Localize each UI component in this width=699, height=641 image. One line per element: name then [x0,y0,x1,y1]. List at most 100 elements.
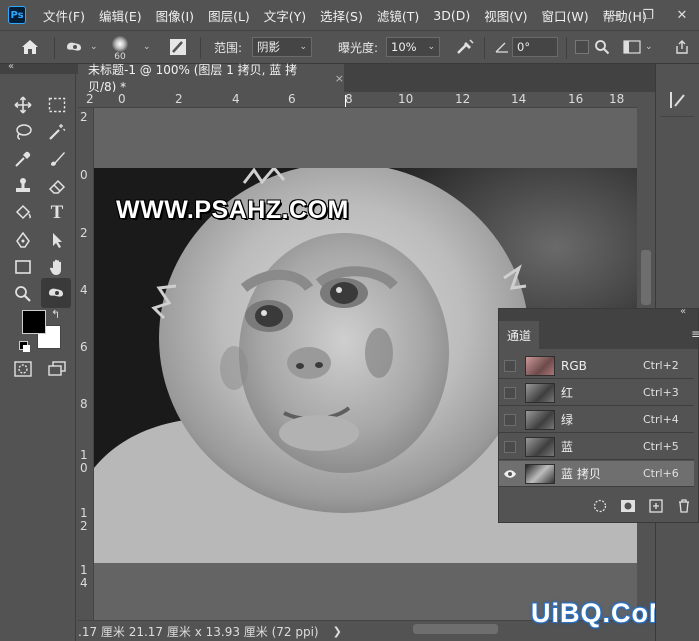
chevron-down-icon: ⌄ [90,42,98,52]
visibility-toggle[interactable] [499,359,521,372]
brush-preset-picker[interactable]: 60 [112,31,128,63]
properties-panel-button[interactable] [666,88,690,112]
status-arrow-icon[interactable]: ❯ [333,625,342,638]
ruler-label: 16 [568,92,584,106]
type-tool[interactable]: T [44,200,70,226]
marquee-tool[interactable] [44,92,70,118]
visibility-toggle[interactable] [499,440,521,453]
zoom-tool[interactable] [10,281,36,307]
pen-tool[interactable] [10,227,36,253]
menu-3d[interactable]: 3D(D) [426,8,477,23]
restore-button[interactable]: ❐ [631,0,665,30]
vertical-scroll-thumb[interactable] [641,250,651,305]
menu-image[interactable]: 图像(I) [149,6,201,25]
hand-tool[interactable] [44,254,70,280]
eyedropper-icon [15,151,31,167]
horizontal-scroll-thumb[interactable] [413,624,498,634]
move-icon [14,96,32,114]
move-tool[interactable] [10,92,36,118]
menu-file[interactable]: 文件(F) [36,6,92,25]
rectangle-tool[interactable] [10,254,36,280]
close-window-button[interactable]: ✕ [665,0,699,30]
airbrush-toggle[interactable] [455,31,475,63]
collapse-panel-icon[interactable]: « [680,306,686,317]
range-select[interactable]: 阴影 ⌄ [252,37,312,57]
channel-name: RGB [561,358,587,373]
visibility-toggle[interactable] [499,413,521,426]
quick-mask-button[interactable] [10,356,36,382]
menu-view[interactable]: 视图(V) [477,6,534,25]
channel-row-rgb[interactable]: RGB Ctrl+2 [499,353,694,379]
channel-row-blue-copy[interactable]: 蓝 拷贝 Ctrl+6 [499,461,694,487]
ruler-label: 0 [118,92,126,106]
share-icon [676,40,688,54]
exposure-input[interactable]: 10% ⌄ [386,37,440,57]
pen-icon [16,231,30,248]
quick-mask-icon [14,361,32,377]
ruler-label: 1 2 [80,506,88,533]
visibility-off-icon [504,359,516,372]
paint-bucket-tool[interactable] [10,200,36,226]
save-selection-button[interactable] [614,499,642,517]
delete-channel-button[interactable] [670,498,698,517]
minimize-button[interactable]: — [597,0,631,30]
load-selection-button[interactable] [586,499,614,517]
new-channel-button[interactable] [642,498,670,517]
chevron-down-icon[interactable]: ⌄ [143,42,151,52]
hand-icon [49,259,61,275]
visibility-toggle[interactable] [499,386,521,399]
stamp-tool[interactable] [10,173,36,199]
eraser-tool[interactable] [44,173,70,199]
channels-tab[interactable]: 通道 [499,321,539,349]
ruler-label: 2 [175,92,183,106]
mask-icon [621,499,635,512]
collapse-left-icon[interactable]: « [8,61,14,72]
channel-row-red[interactable]: 红 Ctrl+3 [499,380,694,406]
brush-settings-button[interactable] [169,31,187,63]
ruler-label: 12 [455,92,471,106]
ruler-label: 2 [80,110,88,124]
swap-colors-icon[interactable]: ↰ [51,308,60,321]
channel-row-blue[interactable]: 蓝 Ctrl+5 [499,434,694,460]
toolbox: T ↰ [0,74,76,641]
lasso-tool[interactable] [10,119,36,145]
watermark-text: WWW.PSAHZ.COM [116,196,349,224]
panel-menu-icon[interactable]: ≡ [691,327,699,341]
channel-row-green[interactable]: 绿 Ctrl+4 [499,407,694,433]
search-icon [595,40,610,55]
angle-input[interactable]: 0° [512,37,558,57]
tool-preset-picker[interactable]: ⌄ [64,31,98,63]
eyedropper-tool[interactable] [10,146,36,172]
menu-edit[interactable]: 编辑(E) [92,6,149,25]
photoshop-logo[interactable]: Ps [8,6,26,24]
channel-thumbnail [525,382,555,403]
screen-mode-button[interactable] [44,356,70,382]
search-button[interactable] [594,31,610,63]
sponge-tool[interactable] [41,278,71,308]
default-colors-icon[interactable] [19,341,31,353]
menu-filter[interactable]: 滤镜(T) [370,6,426,25]
lasso-icon [16,124,32,140]
path-selection-tool[interactable] [44,227,70,253]
options-bar: ⌄ 60 ⌄ 范围: 阴影 ⌄ 曝光度: 10% ⌄ 0° ⌄ [0,30,699,64]
menu-type[interactable]: 文字(Y) [257,6,313,25]
ruler-label: 1 0 [80,448,88,475]
brush-tool[interactable] [44,146,70,172]
horizontal-ruler: 2 0 2 4 6 8 10 12 14 16 18 [78,92,637,108]
workspace-button[interactable]: ⌄ [623,31,653,63]
angle-value: 0° [517,40,531,54]
home-button[interactable] [20,31,40,63]
share-button[interactable] [674,31,690,63]
menu-window[interactable]: 窗口(W) [535,6,596,25]
new-channel-icon [649,498,663,513]
visibility-toggle[interactable] [499,469,521,479]
menu-layer[interactable]: 图层(L) [201,6,257,25]
menu-select[interactable]: 选择(S) [313,6,370,25]
document-tab[interactable]: 未标题-1 @ 100% (图层 1 拷贝, 蓝 拷贝/8) * × [78,63,344,94]
close-tab-icon[interactable]: × [335,72,344,85]
ruler-label: 4 [80,283,88,297]
checkbox-icon [575,40,589,54]
magic-wand-tool[interactable] [44,119,70,145]
pressure-checkbox[interactable] [575,31,589,63]
visibility-off-icon [504,440,516,453]
